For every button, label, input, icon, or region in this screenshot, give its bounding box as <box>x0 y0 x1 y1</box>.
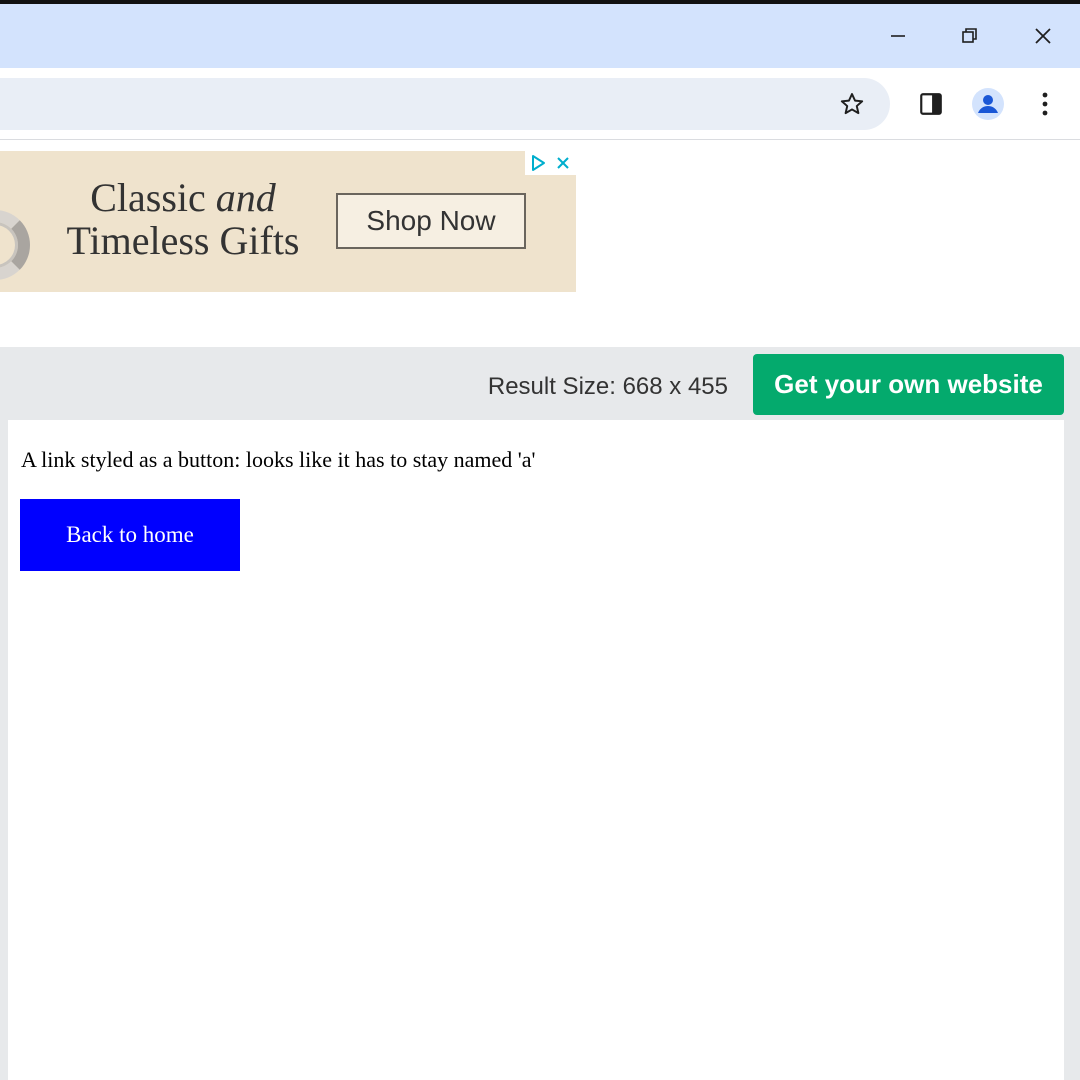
ad-headline-part1: Classic <box>90 175 206 220</box>
profile-avatar-icon <box>972 88 1004 120</box>
ad-choices[interactable] <box>525 151 576 175</box>
browser-toolbar <box>0 68 1080 140</box>
ad-close-icon[interactable] <box>555 155 571 171</box>
get-your-own-website-button[interactable]: Get your own website <box>753 354 1064 415</box>
ad-headline: Classic and Timeless Gifts <box>48 176 318 262</box>
ad-headline-line2: Timeless Gifts <box>66 218 300 263</box>
ad-headline-italic: and <box>215 175 276 220</box>
adchoices-icon[interactable] <box>530 154 546 172</box>
star-icon <box>840 93 864 115</box>
window-titlebar <box>0 4 1080 68</box>
back-to-home-link[interactable]: Back to home <box>20 499 240 571</box>
bookmark-star-button[interactable] <box>830 82 874 126</box>
profile-button[interactable] <box>966 82 1010 126</box>
side-panel-icon <box>920 93 942 115</box>
restore-button[interactable] <box>934 4 1006 68</box>
ad-shop-now-button[interactable]: Shop Now <box>336 193 526 249</box>
side-panel-button[interactable] <box>909 82 953 126</box>
minimize-button[interactable] <box>862 4 934 68</box>
close-window-button[interactable] <box>1007 4 1079 68</box>
browser-window: Classic and Timeless Gifts Shop Now Resu… <box>0 0 1080 1080</box>
restore-icon <box>962 28 977 43</box>
browser-menu-button[interactable] <box>1023 82 1067 126</box>
result-size-label: Result Size: 668 x 455 <box>487 373 728 400</box>
close-icon <box>1035 28 1051 44</box>
minimize-icon <box>891 35 905 37</box>
result-paragraph: A link styled as a button: looks like it… <box>21 447 536 472</box>
more-vert-icon <box>1042 92 1048 116</box>
address-bar[interactable] <box>0 78 890 130</box>
